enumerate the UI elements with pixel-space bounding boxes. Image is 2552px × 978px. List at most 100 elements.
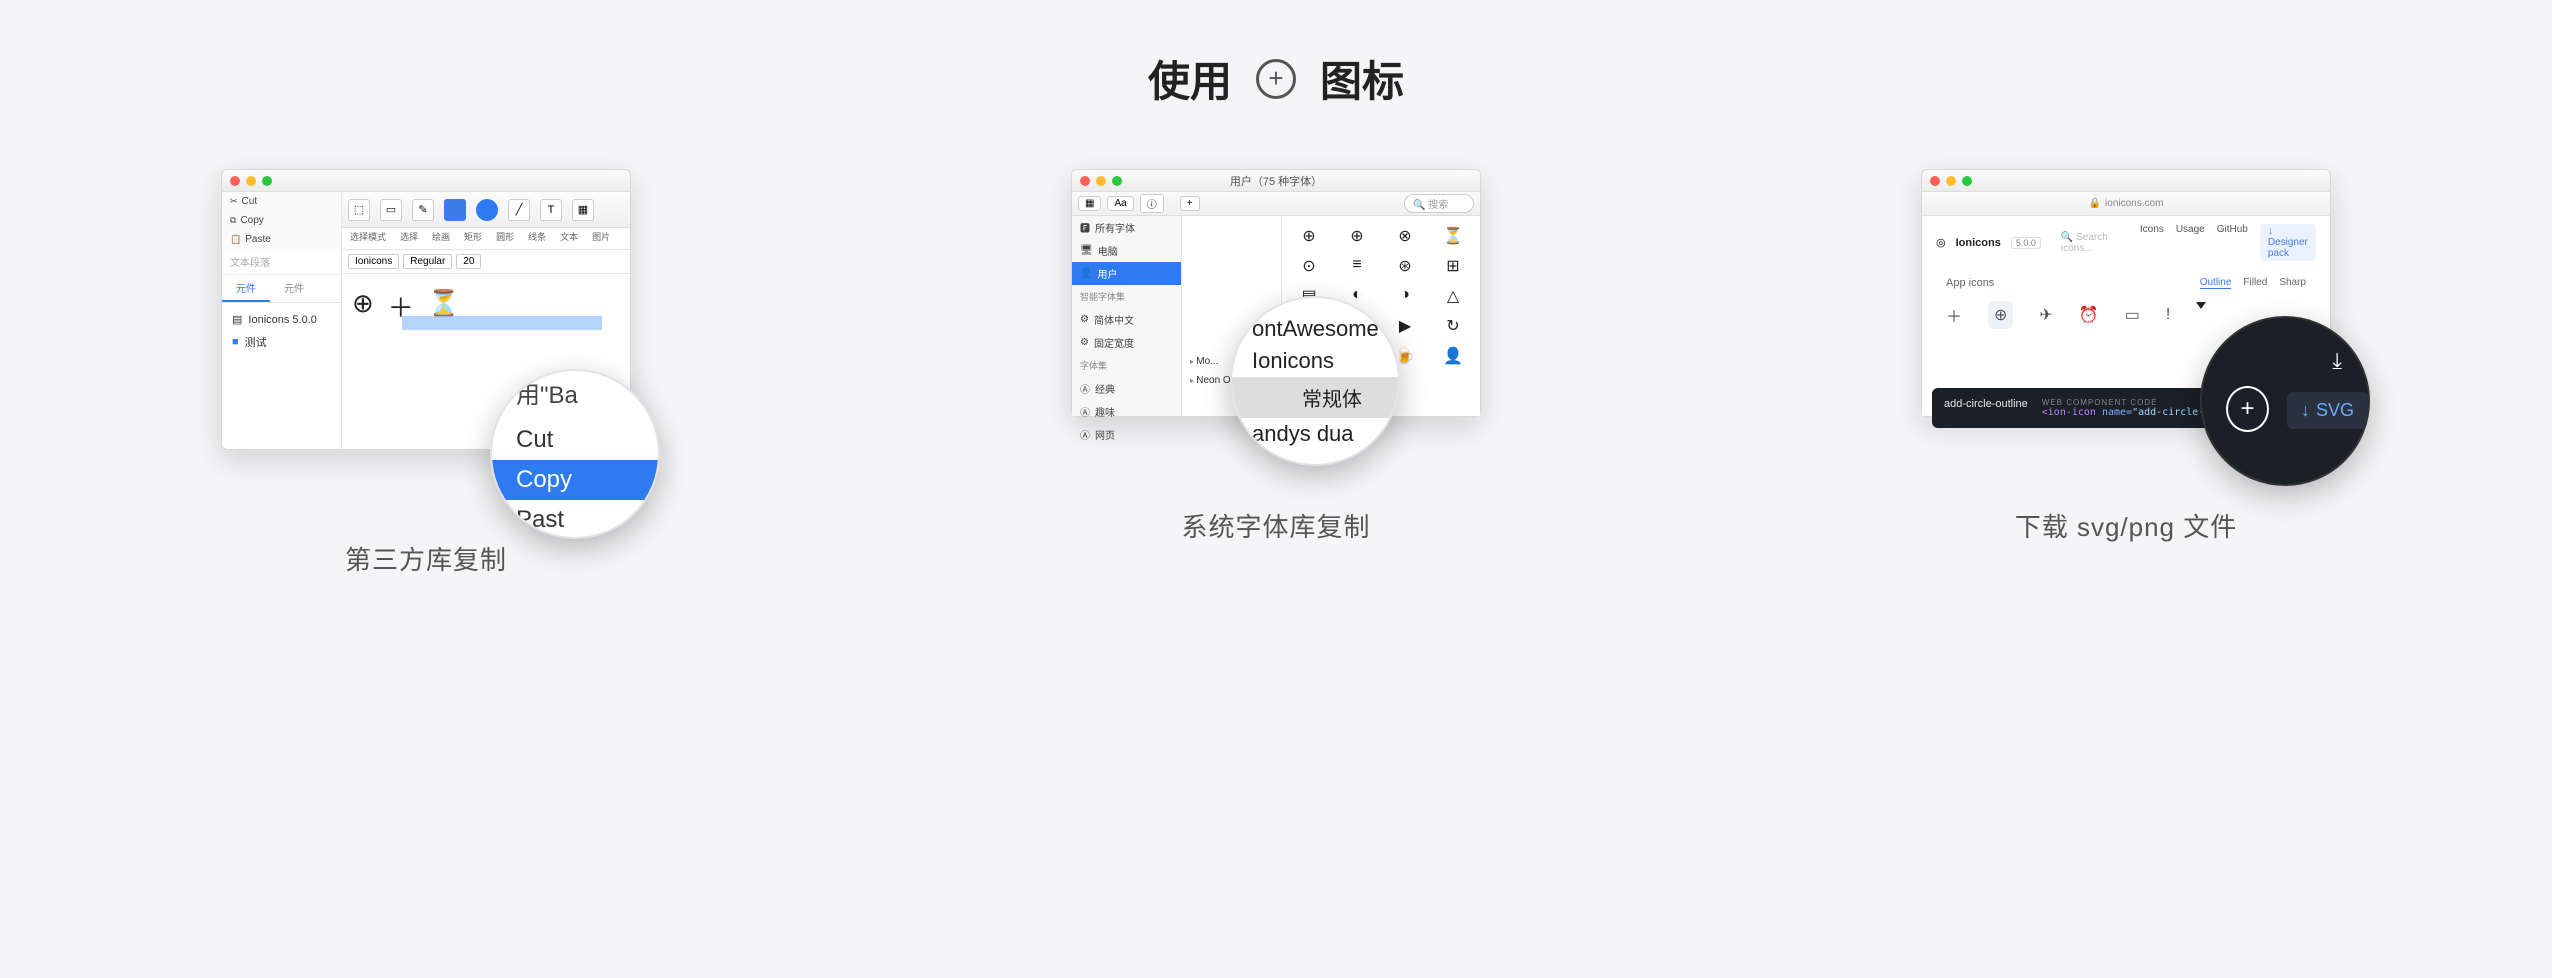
aa-button[interactable]: Aa [1107, 196, 1133, 211]
mag-font-regular[interactable]: 常规体 [1232, 377, 1400, 418]
sidebar-chinese[interactable]: ⚙简体中文 [1072, 308, 1181, 331]
a-icon: Ⓐ [1080, 427, 1090, 442]
rect-button[interactable] [444, 199, 466, 221]
side-tabs: 元件 元件 [222, 275, 341, 303]
mag-font: ontAwesome [1252, 313, 1379, 345]
toolbar-labels: 选择模式选择绘画矩形圆形线条文本图片 [342, 228, 630, 245]
file-icon: ▤ [232, 313, 242, 326]
a-icon: Ⓐ [1080, 404, 1090, 419]
sidebar-classic[interactable]: Ⓐ经典 [1072, 377, 1181, 400]
gear-icon: ⚙ [1080, 337, 1089, 348]
toolbar: ⬚ ▭ ✎ ╱ T ▦ [342, 192, 630, 228]
add-circle-icon[interactable]: ⊕ [1988, 301, 2013, 329]
close-icon[interactable] [230, 176, 240, 186]
edit-side: ✂Cut ⧉Copy 📋Paste [222, 192, 342, 249]
text-button[interactable]: T [540, 199, 562, 221]
library-test[interactable]: ■测试 [228, 330, 335, 354]
card-thirdparty: ✂Cut ⧉Copy 📋Paste ⬚ ▭ ✎ ╱ T ▦ 选择模式选择绘画矩形… [221, 169, 631, 577]
nav-icons[interactable]: Icons [2140, 224, 2164, 261]
library-ionicons[interactable]: ▤Ionicons 5.0.0 [228, 309, 335, 330]
select-mode-button[interactable]: ⬚ [348, 199, 370, 221]
glyph[interactable]: ⊛ [1386, 256, 1424, 276]
minimize-icon[interactable] [1946, 176, 1956, 186]
close-icon[interactable] [1930, 176, 1940, 186]
glyph[interactable]: ▶ [1386, 316, 1424, 336]
paste-item[interactable]: 📋Paste [222, 230, 341, 249]
grid-view-button[interactable]: ▦ [1078, 196, 1101, 211]
glyph[interactable]: ⊞ [1434, 256, 1472, 276]
chevron-down-icon [2196, 302, 2206, 309]
caption-2: 系统字体库复制 [1181, 507, 1370, 544]
tab-filled[interactable]: Filled [2243, 277, 2267, 289]
menu-cut[interactable]: Cut [492, 420, 658, 460]
tab-components[interactable]: 元件 [222, 275, 270, 302]
glyph[interactable]: ≡ [1338, 256, 1376, 276]
add-circle-icon[interactable]: ⊕ [352, 288, 374, 325]
select-button[interactable]: ▭ [380, 199, 402, 221]
title-left: 使用 [1148, 48, 1232, 109]
glyph[interactable]: ⊙ [1290, 256, 1328, 276]
line-button[interactable]: ╱ [508, 199, 530, 221]
font-family-select[interactable]: Ionicons [348, 254, 399, 269]
sidebar-web[interactable]: Ⓐ网页 [1072, 423, 1181, 446]
mag-font-ionicons[interactable]: Ionicons [1252, 345, 1334, 377]
menu-paste[interactable]: Past [492, 500, 658, 540]
glyph[interactable]: ↻ [1434, 316, 1472, 336]
download-svg-button[interactable]: ↓ SVG [2287, 392, 2368, 429]
a-icon: Ⓐ [1080, 381, 1090, 396]
sidebar-all-fonts[interactable]: 🅵所有字体 [1072, 216, 1181, 239]
cut-item[interactable]: ✂Cut [222, 192, 341, 211]
glyph[interactable]: ⊕ [1338, 226, 1376, 246]
window-title: 用户（75 种字体） [1072, 173, 1480, 189]
info-button[interactable]: ⓘ [1140, 194, 1164, 213]
image-button[interactable]: ▦ [572, 199, 594, 221]
zoom-icon[interactable] [262, 176, 272, 186]
glyph[interactable]: ⏳ [1434, 226, 1472, 246]
sidebar-fixed[interactable]: ⚙固定宽度 [1072, 331, 1181, 354]
search-input[interactable]: 🔍 Search icons... [2061, 232, 2130, 254]
nav-usage[interactable]: Usage [2176, 224, 2205, 261]
magnifier-download: ⤓ + ↓ SVG [2200, 316, 2370, 486]
search-input[interactable]: 🔍 搜索 [1404, 194, 1474, 213]
menu-copy[interactable]: Copy [492, 460, 658, 500]
font-weight-select[interactable]: Regular [403, 254, 452, 269]
page-title: 使用 + 图标 [0, 0, 2552, 169]
text-paragraph-input[interactable]: 文本段落 [222, 249, 341, 275]
alarm-icon[interactable]: ⏰ [2079, 305, 2099, 325]
sidebar-computer[interactable]: 🖥电脑 [1072, 239, 1181, 262]
font-icon: 🅵 [1080, 220, 1090, 235]
sidebar-user[interactable]: 👤用户 [1072, 262, 1181, 285]
designer-pack-button[interactable]: ↓ Designer pack [2260, 224, 2316, 261]
glyph[interactable]: 👤 [1434, 346, 1472, 366]
address-bar[interactable]: 🔒ionicons.com [1922, 192, 2330, 216]
copy-item[interactable]: ⧉Copy [222, 211, 341, 230]
browser-window: 🔒ionicons.com ◎ Ionicons 5.0.0 🔍 Search … [1921, 169, 2331, 417]
albums-icon[interactable]: ▭ [2125, 305, 2140, 325]
alert-icon[interactable]: ! [2166, 306, 2170, 324]
circle-button[interactable] [476, 199, 498, 221]
download-icon[interactable]: ⤓ [2332, 348, 2342, 373]
glyph[interactable]: ⊕ [1290, 226, 1328, 246]
subheader: App icons Outline Filled Sharp [1922, 269, 2330, 293]
add-circle-large-icon: + [2226, 386, 2269, 432]
tab-sharp[interactable]: Sharp [2279, 277, 2306, 289]
draw-button[interactable]: ✎ [412, 199, 434, 221]
add-button[interactable]: + [1180, 196, 1200, 211]
glyph[interactable]: ⊗ [1386, 226, 1424, 246]
tab-outline[interactable]: Outline [2200, 277, 2232, 289]
tab-components-2[interactable]: 元件 [270, 275, 318, 302]
airplane-icon[interactable]: ✈ [2039, 305, 2052, 325]
fontbook-window: 用户（75 种字体） ▦ Aa ⓘ + 🔍 搜索 🅵所有字体 🖥电脑 👤用户 智… [1071, 169, 1481, 417]
minimize-icon[interactable] [246, 176, 256, 186]
glyph[interactable]: △ [1434, 286, 1472, 306]
site-header: ◎ Ionicons 5.0.0 🔍 Search icons... Icons… [1922, 216, 2330, 269]
glyph[interactable]: ◑ [1386, 286, 1424, 306]
nav-github[interactable]: GitHub [2217, 224, 2248, 261]
font-size-select[interactable]: 20 [456, 254, 481, 269]
titlebar: 用户（75 种字体） [1072, 170, 1480, 192]
zoom-icon[interactable] [1962, 176, 1972, 186]
add-icon[interactable]: ＋ [1946, 303, 1962, 327]
style-tabs: Outline Filled Sharp [2200, 277, 2306, 289]
sidebar-smart-header: 智能字体集 [1072, 285, 1181, 308]
sidebar-fun[interactable]: Ⓐ趣味 [1072, 400, 1181, 423]
